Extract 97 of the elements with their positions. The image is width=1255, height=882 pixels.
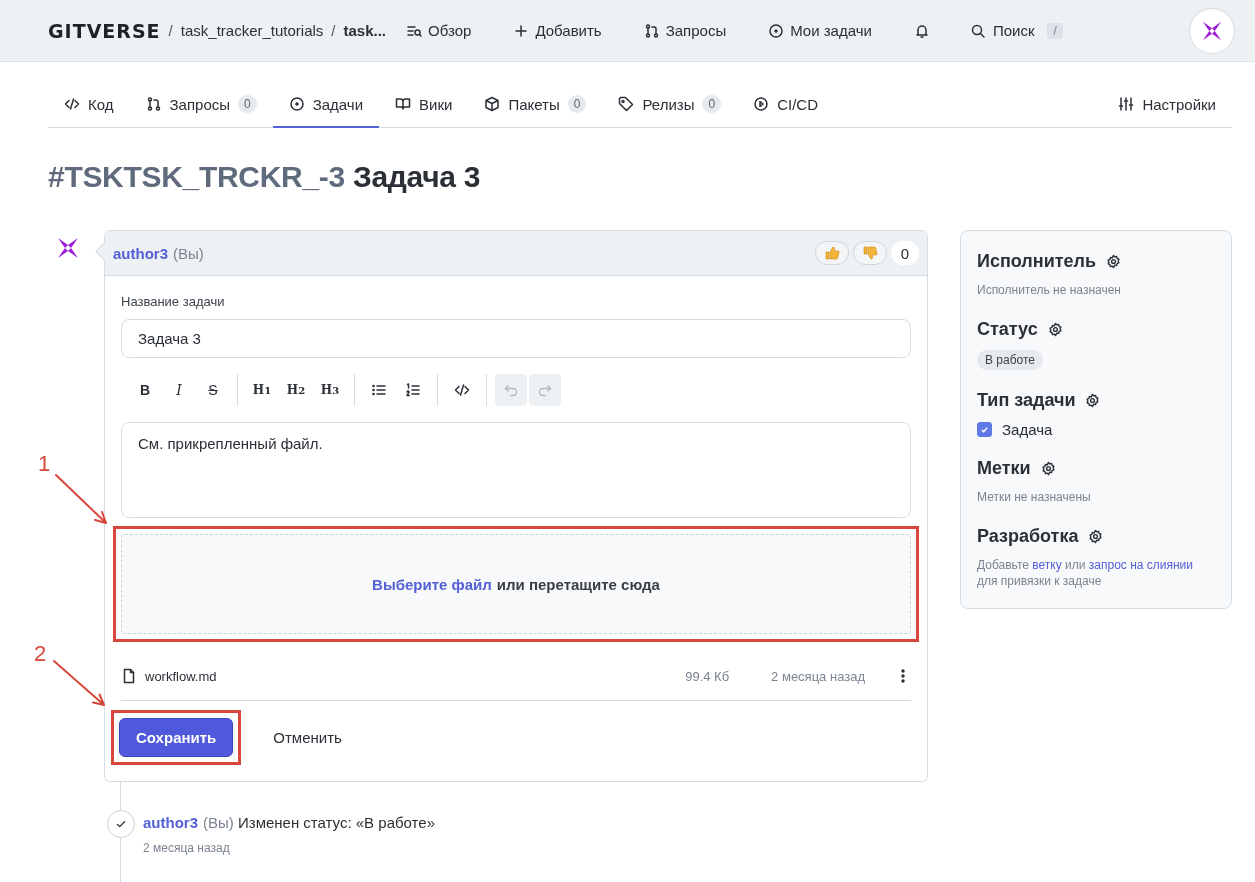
settings-button[interactable] [1088,528,1104,544]
development-hint: Добавьте ветку или запрос на слиянии для привязки к задаче [977,556,1195,591]
tab[interactable]: CI/CD [737,82,834,128]
shortcut-key: / [1047,22,1063,39]
file-dropzone[interactable]: Выберите файл или перетащите сюда [121,534,911,634]
settings-button[interactable] [1085,392,1101,408]
pull-request-icon [145,96,162,112]
dropzone-text: или перетащите сюда [496,575,660,593]
italic-button[interactable]: I [163,374,195,406]
logo[interactable]: GITVERSE [48,19,161,42]
thumbs-up-icon [824,245,840,261]
save-button[interactable]: Сохранить [119,718,234,757]
cancel-button[interactable]: Отменить [267,728,348,747]
tab[interactable]: Релизы 0 [602,82,738,128]
bold-button[interactable]: B [129,374,161,406]
gear-icon [1040,460,1056,476]
checkbox-label: Задача [1002,420,1053,438]
section-title: Тип задачи [977,389,1076,411]
book-icon [395,96,412,112]
breadcrumb-separator: / [168,22,173,39]
avatar-logo-icon [1201,19,1223,42]
nav-link[interactable]: Мои задачи [768,16,872,45]
author-avatar-icon [56,236,80,260]
redo-icon [537,382,553,398]
author-link[interactable]: author3 [143,814,198,831]
code-icon [64,96,80,112]
circle-dot-icon [288,96,305,112]
tab[interactable]: Код [48,82,130,128]
choose-file-link[interactable]: Выберите файл [372,575,492,593]
you-label: (Вы) [173,244,204,262]
annotation-number: 1 [38,451,51,477]
code-icon [454,382,470,398]
file-date: 2 месяца назад [771,668,865,684]
circle-dot-icon [768,22,785,39]
gear-icon [1088,528,1104,544]
check-icon [980,424,989,434]
count-badge: 0 [702,95,722,113]
section-title: Метки [977,457,1031,479]
issue-id: #TSKTSK_TRCKR_-3 [48,160,345,193]
issue-title: Задача 3 [352,160,481,193]
search-icon [969,22,986,39]
description-field[interactable]: См. прикрепленный файл. [121,422,911,518]
reaction-count: 0 [891,241,919,265]
settings-button[interactable] [1106,254,1122,269]
settings-button[interactable] [1040,460,1056,476]
event-time: 2 месяца назад [143,841,231,855]
tag-icon [618,96,635,112]
you-label: (Вы) [203,814,234,831]
plus-icon [513,22,530,39]
search-button[interactable]: Поиск / [963,21,1069,40]
annotation-arrow [54,473,110,527]
annotation-arrow [52,659,108,709]
tab[interactable]: Задачи [272,82,380,128]
field-label: Название задачи [121,294,226,309]
hint-link[interactable]: ветку [1032,557,1062,572]
gear-icon [1106,254,1122,269]
empty-note: Исполнитель не назначен [977,282,1122,299]
play-circle-icon [753,96,770,112]
count-badge: 0 [238,95,257,113]
settings-tab[interactable]: Настройки [1102,82,1232,128]
title-input[interactable]: Задача 3 [121,319,911,358]
section-title: Статус [977,318,1038,340]
section-title: Разработка [977,525,1079,547]
bell-icon [913,22,930,39]
file-icon [121,668,137,684]
count-badge: 0 [567,95,587,113]
nav-link[interactable]: Добавить [513,16,602,45]
file-name[interactable]: workflow.md [145,668,217,684]
status-badge: В работе [977,349,1043,370]
nav-link[interactable]: Запросы [643,16,727,45]
checkbox[interactable] [977,421,992,437]
gear-icon [1085,392,1101,408]
strike-button[interactable]: S [197,374,229,406]
pull-request-icon [643,22,660,39]
numbered-list-icon [405,382,421,398]
empty-note: Метки не назначены [977,488,1092,506]
settings-button[interactable] [1047,321,1063,337]
tab[interactable]: Пакеты 0 [468,82,603,128]
bullet-list-icon [371,382,387,398]
section-title: Исполнитель [977,251,1097,272]
file-size: 99.4 Кб [685,668,730,684]
event-text: Изменен статус: «В работе» [237,814,435,831]
tab[interactable]: Вики [379,82,469,128]
user-avatar[interactable] [1189,7,1235,54]
tab[interactable]: Запросы 0 [129,82,273,128]
breadcrumb-link[interactable]: task... [343,22,387,39]
gear-icon [1047,321,1063,337]
breadcrumb-link[interactable]: task_tracker_tutorials [180,22,324,39]
breadcrumb-separator: / [331,22,336,39]
nav-link[interactable]: Обзор [406,16,472,45]
hint-link[interactable]: запрос на слиянии [1088,557,1194,572]
author-link[interactable]: author3 [113,244,168,262]
undo-icon [503,382,519,398]
sliders-icon [1118,96,1135,112]
annotation-number: 2 [34,641,47,667]
thumbs-down-icon [862,245,878,261]
cube-icon [484,96,501,112]
